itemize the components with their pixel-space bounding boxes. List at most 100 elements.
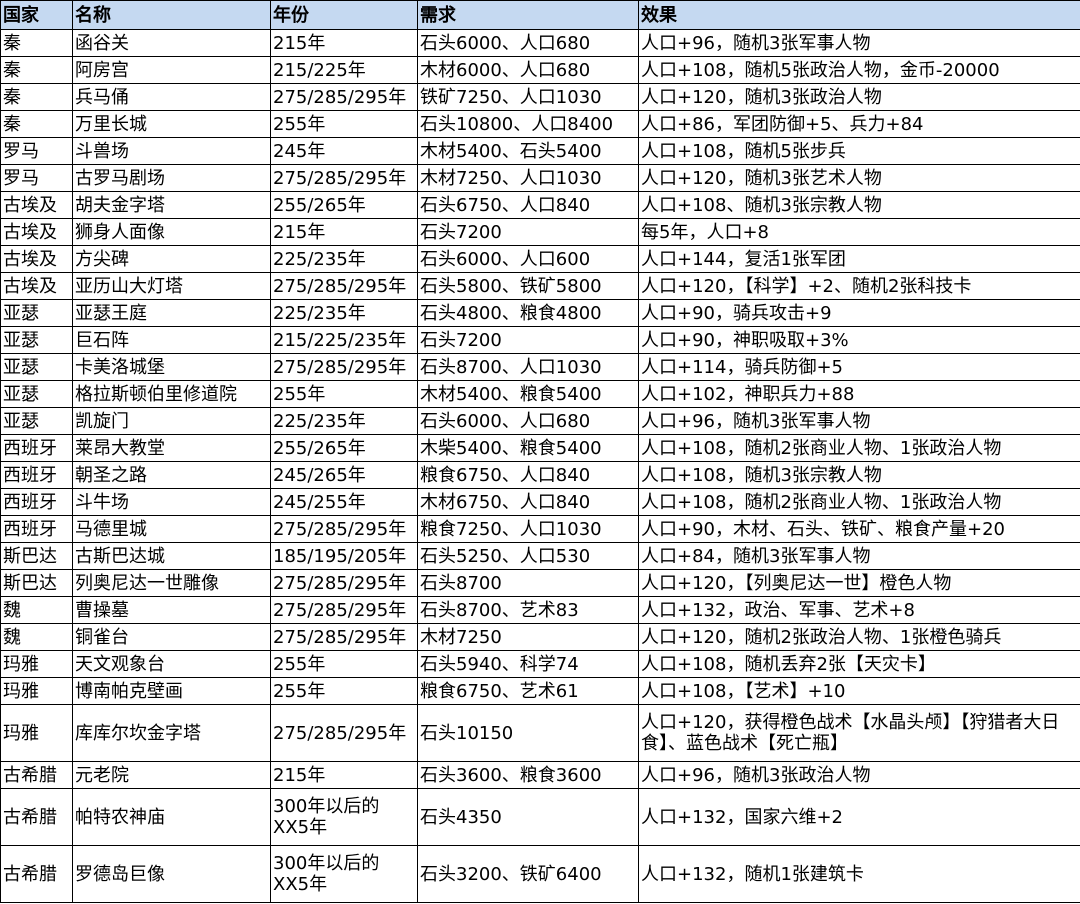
cell-effect: 每5年，人口+8 xyxy=(638,218,1080,246)
cell-country: 玛雅 xyxy=(0,650,73,678)
cell-need: 石头5940、科学74 xyxy=(417,650,639,678)
cell-need: 石头7200 xyxy=(417,326,639,354)
cell-need: 木柴5400、粮食5400 xyxy=(417,434,639,462)
table-row: 古埃及 方尖碑 225/235年 石头6000、人口600 人口+144，复活1张军团 xyxy=(0,245,1080,273)
cell-effect: 人口+108，随机丢弃2张【天灾卡】 xyxy=(638,650,1080,678)
cell-name: 朝圣之路 xyxy=(72,461,271,489)
cell-country: 玛雅 xyxy=(0,704,73,762)
cell-need: 石头5250、人口530 xyxy=(417,542,639,570)
table-row: 西班牙 莱昂大教堂 255/265年 木柴5400、粮食5400 人口+108，随机2张… xyxy=(0,434,1080,462)
table-row: 西班牙 朝圣之路 245/265年 粮食6750、人口840 人口+108，随机3张宗教… xyxy=(0,461,1080,489)
cell-name: 曹操墓 xyxy=(72,596,271,624)
cell-need: 木材5400、粮食5400 xyxy=(417,380,639,408)
cell-effect: 人口+96，随机3张政治人物 xyxy=(638,761,1080,789)
cell-name: 天文观象台 xyxy=(72,650,271,678)
cell-need: 石头6000、人口680 xyxy=(417,29,639,57)
cell-name: 凯旋门 xyxy=(72,407,271,435)
cell-name: 巨石阵 xyxy=(72,326,271,354)
cell-year: 215/225/235年 xyxy=(270,326,418,354)
cell-year: 275/285/295年 xyxy=(270,353,418,381)
cell-name: 亚历山大灯塔 xyxy=(72,272,271,300)
table-row: 西班牙 马德里城 275/285/295年 粮食7250、人口1030 人口+90，木材… xyxy=(0,515,1080,543)
cell-effect: 人口+114，骑兵防御+5 xyxy=(638,353,1080,381)
cell-effect: 人口+120，获得橙色战术【水晶头颅】【狩猎者大日食】、蓝色战术【死亡瓶】 xyxy=(638,704,1080,762)
table-row: 秦兵马俑 275/285/295年 铁矿7250、人口1030 人口+120，随机3张… xyxy=(0,83,1080,111)
cell-year: 275/285/295年 xyxy=(270,569,418,597)
cell-name: 方尖碑 xyxy=(72,245,271,273)
cell-country: 西班牙 xyxy=(0,461,73,489)
cell-need: 石头6000、人口680 xyxy=(417,407,639,435)
cell-need: 石头6750、人口840 xyxy=(417,191,639,219)
cell-year: 275/285/295年 xyxy=(270,83,418,111)
cell-country: 古埃及 xyxy=(0,218,73,246)
cell-need: 石头3600、粮食3600 xyxy=(417,761,639,789)
cell-name: 亚瑟王庭 xyxy=(72,299,271,327)
cell-need: 铁矿7250、人口1030 xyxy=(417,83,639,111)
cell-need: 石头8700、艺术83 xyxy=(417,596,639,624)
cell-year: 225/235年 xyxy=(270,407,418,435)
cell-country: 亚瑟 xyxy=(0,326,73,354)
cell-country: 魏 xyxy=(0,596,73,624)
table-row: 古希腊 罗德岛巨像 300年以后的XX5年 石头3200、铁矿6400 人口+132，随… xyxy=(0,845,1080,903)
cell-name: 阿房宫 xyxy=(72,56,271,84)
cell-need: 木材6750、人口840 xyxy=(417,488,639,516)
cell-year: 215年 xyxy=(270,218,418,246)
cell-effect: 人口+120，【列奥尼达一世】橙色人物 xyxy=(638,569,1080,597)
cell-effect: 人口+132，政治、军事、艺术+8 xyxy=(638,596,1080,624)
cell-country: 亚瑟 xyxy=(0,353,73,381)
cell-name: 斗牛场 xyxy=(72,488,271,516)
cell-year: 255/265年 xyxy=(270,191,418,219)
cell-country: 秦 xyxy=(0,110,73,138)
cell-name: 卡美洛城堡 xyxy=(72,353,271,381)
cell-year: 300年以后的XX5年 xyxy=(270,788,418,846)
cell-country: 古希腊 xyxy=(0,788,73,846)
cell-country: 秦 xyxy=(0,29,73,57)
cell-effect: 人口+96，随机3张军事人物 xyxy=(638,29,1080,57)
header-year: 年份 xyxy=(270,0,418,30)
cell-country: 罗马 xyxy=(0,164,73,192)
cell-effect: 人口+102，神职兵力+88 xyxy=(638,380,1080,408)
table-row: 亚瑟 巨石阵 215/225/235年 石头7200 人口+90，神职吸取+3% xyxy=(0,326,1080,354)
cell-need: 木材6000、人口680 xyxy=(417,56,639,84)
cell-effect: 人口+120，随机2张政治人物、1张橙色骑兵 xyxy=(638,623,1080,651)
cell-need: 粮食6750、人口840 xyxy=(417,461,639,489)
cell-country: 罗马 xyxy=(0,137,73,165)
cell-effect: 人口+108，随机5张步兵 xyxy=(638,137,1080,165)
table-row: 亚瑟 格拉斯顿伯里修道院 255年 木材5400、粮食5400 人口+102，神职兵力+… xyxy=(0,380,1080,408)
cell-name: 斗兽场 xyxy=(72,137,271,165)
cell-year: 275/285/295年 xyxy=(270,596,418,624)
cell-need: 石头8700、人口1030 xyxy=(417,353,639,381)
cell-country: 西班牙 xyxy=(0,434,73,462)
cell-year: 225/235年 xyxy=(270,245,418,273)
cell-name: 函谷关 xyxy=(72,29,271,57)
cell-name: 莱昂大教堂 xyxy=(72,434,271,462)
cell-need: 石头3200、铁矿6400 xyxy=(417,845,639,903)
table-row: 古希腊 元老院 215年 石头3600、粮食3600 人口+96，随机3张政治人物 xyxy=(0,761,1080,789)
cell-need: 粮食6750、艺术61 xyxy=(417,677,639,705)
cell-need: 石头8700 xyxy=(417,569,639,597)
cell-year: 255年 xyxy=(270,380,418,408)
cell-country: 古埃及 xyxy=(0,272,73,300)
cell-name: 列奥尼达一世雕像 xyxy=(72,569,271,597)
table-row: 西班牙 斗牛场 245/255年 木材6750、人口840 人口+108，随机2张商业人… xyxy=(0,488,1080,516)
cell-effect: 人口+120，【科学】+2、随机2张科技卡 xyxy=(638,272,1080,300)
cell-year: 255年 xyxy=(270,650,418,678)
cell-name: 万里长城 xyxy=(72,110,271,138)
table-row: 玛雅 博南帕克壁画 255年 粮食6750、艺术61 人口+108，【艺术】+10 xyxy=(0,677,1080,705)
cell-name: 兵马俑 xyxy=(72,83,271,111)
cell-country: 亚瑟 xyxy=(0,380,73,408)
table-row: 魏铜雀台 275/285/295年 木材7250 人口+120，随机2张政治人物、1张… xyxy=(0,623,1080,651)
table-row: 亚瑟 卡美洛城堡 275/285/295年 石头8700、人口1030 人口+114，骑… xyxy=(0,353,1080,381)
table-row: 罗马 斗兽场 245年 木材5400、石头5400 人口+108，随机5张步兵 xyxy=(0,137,1080,165)
cell-name: 格拉斯顿伯里修道院 xyxy=(72,380,271,408)
cell-year: 275/285/295年 xyxy=(270,164,418,192)
cell-country: 玛雅 xyxy=(0,677,73,705)
cell-name: 铜雀台 xyxy=(72,623,271,651)
cell-country: 秦 xyxy=(0,83,73,111)
cell-year: 255/265年 xyxy=(270,434,418,462)
cell-effect: 人口+108，随机3张宗教人物 xyxy=(638,461,1080,489)
cell-need: 粮食7250、人口1030 xyxy=(417,515,639,543)
cell-effect: 人口+84，随机3张军事人物 xyxy=(638,542,1080,570)
header-country: 国家 xyxy=(0,0,73,30)
cell-need: 木材5400、石头5400 xyxy=(417,137,639,165)
